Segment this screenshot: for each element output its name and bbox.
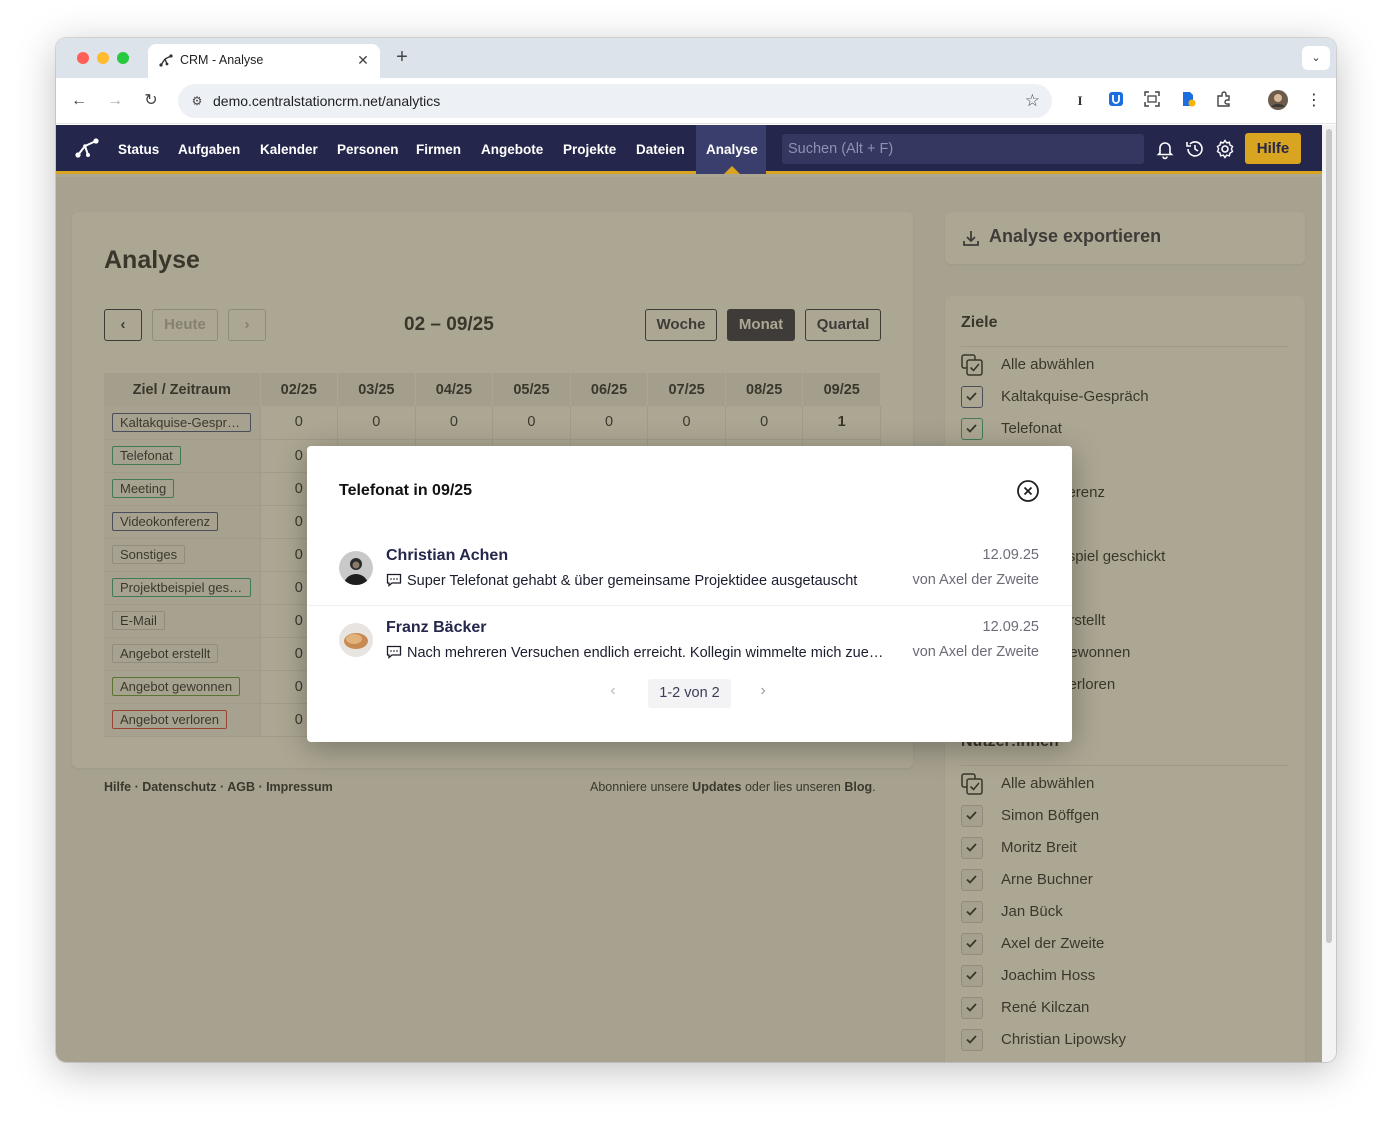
extension-i-icon[interactable]: I <box>1069 90 1091 112</box>
entry-note-text: Super Telefonat gehabt & über gemeinsame… <box>407 573 858 589</box>
app-logo-icon[interactable] <box>74 137 100 161</box>
nav-item-status[interactable]: Status <box>118 142 159 157</box>
app-navbar: Status Aufgaben Kalender Personen Firmen… <box>56 125 1322 174</box>
gear-icon[interactable] <box>1214 138 1236 160</box>
screenshot-icon[interactable] <box>1141 90 1163 112</box>
entry-note: Nach mehreren Versuchen endlich erreicht… <box>386 645 886 661</box>
extension-shield-icon[interactable] <box>1105 90 1127 112</box>
bookmark-star-icon[interactable]: ☆ <box>1025 91 1040 111</box>
nav-item-aufgaben[interactable]: Aufgaben <box>178 142 240 157</box>
modal-title: Telefonat in 09/25 <box>339 482 473 499</box>
nav-item-dateien[interactable]: Dateien <box>636 142 685 157</box>
nav-active-caret <box>724 166 740 174</box>
browser-window: CRM - Analyse ✕ + ⌄ ← → ↻ ⚙ demo.central… <box>56 38 1336 1062</box>
entry-contact-name[interactable]: Christian Achen <box>386 547 508 565</box>
extension-file-icon[interactable] <box>1177 90 1199 112</box>
scrollbar-thumb[interactable] <box>1326 129 1332 943</box>
nav-item-projekte[interactable]: Projekte <box>563 142 616 157</box>
close-window-button[interactable] <box>77 52 89 64</box>
nav-item-angebote[interactable]: Angebote <box>481 142 543 157</box>
tab-title: CRM - Analyse <box>180 53 264 67</box>
tab-search-chevron-icon[interactable]: ⌄ <box>1302 46 1330 70</box>
avatar <box>339 551 373 585</box>
site-settings-icon[interactable]: ⚙ <box>188 92 206 110</box>
maximize-window-button[interactable] <box>117 52 129 64</box>
profile-avatar[interactable] <box>1267 90 1289 112</box>
help-button[interactable]: Hilfe <box>1245 133 1301 164</box>
back-arrow-icon[interactable]: ← <box>68 90 90 112</box>
page-scrollbar[interactable] <box>1322 125 1336 1062</box>
history-icon[interactable] <box>1184 138 1206 160</box>
tab-close-icon[interactable]: ✕ <box>354 51 372 69</box>
comment-icon <box>386 645 402 659</box>
bell-icon[interactable] <box>1154 138 1176 160</box>
close-icon[interactable] <box>1016 479 1040 503</box>
new-tab-icon[interactable]: + <box>390 46 414 70</box>
nav-item-firmen[interactable]: Firmen <box>416 142 461 157</box>
entry-date: 12.09.25 <box>982 547 1039 563</box>
nav-item-personen[interactable]: Personen <box>337 142 399 157</box>
entry-note-text: Nach mehreren Versuchen endlich erreicht… <box>407 645 886 661</box>
avatar <box>339 623 373 657</box>
entry-author: von Axel der Zweite <box>912 644 1039 660</box>
reload-icon[interactable]: ↻ <box>140 90 162 112</box>
url-text: demo.centralstationcrm.net/analytics <box>213 93 441 109</box>
activity-modal: Telefonat in 09/25 Christian Achen Super… <box>307 446 1072 742</box>
global-search[interactable] <box>782 134 1144 164</box>
activity-entry[interactable]: Franz Bäcker Nach mehreren Versuchen end… <box>307 608 1072 678</box>
pager-next-chevron-icon[interactable]: › <box>753 682 773 702</box>
entry-note: Super Telefonat gehabt & über gemeinsame… <box>386 573 886 589</box>
app-favicon-icon <box>159 54 173 67</box>
comment-icon <box>386 573 402 587</box>
browser-menu-icon[interactable]: ⋮ <box>1303 90 1325 112</box>
extensions-puzzle-icon[interactable] <box>1213 90 1235 112</box>
nav-item-kalender[interactable]: Kalender <box>260 142 318 157</box>
pager-prev-chevron-icon[interactable]: ‹ <box>603 682 623 702</box>
activity-entry[interactable]: Christian Achen Super Telefonat gehabt &… <box>307 536 1072 606</box>
entry-date: 12.09.25 <box>982 619 1039 635</box>
address-bar[interactable]: ⚙ demo.centralstationcrm.net/analytics ☆ <box>178 84 1052 118</box>
browser-toolbar: ← → ↻ ⚙ demo.centralstationcrm.net/analy… <box>56 78 1336 124</box>
minimize-window-button[interactable] <box>97 52 109 64</box>
search-input[interactable] <box>782 134 1144 164</box>
page-viewport: Status Aufgaben Kalender Personen Firmen… <box>56 125 1322 1062</box>
forward-arrow-icon[interactable]: → <box>104 90 126 112</box>
entry-contact-name[interactable]: Franz Bäcker <box>386 619 487 637</box>
entry-author: von Axel der Zweite <box>912 572 1039 588</box>
tab-strip: CRM - Analyse ✕ + ⌄ <box>56 38 1336 78</box>
nav-item-analyse[interactable]: Analyse <box>706 142 758 157</box>
browser-tab[interactable]: CRM - Analyse ✕ <box>148 44 380 78</box>
pager-label: 1-2 von 2 <box>648 679 731 708</box>
